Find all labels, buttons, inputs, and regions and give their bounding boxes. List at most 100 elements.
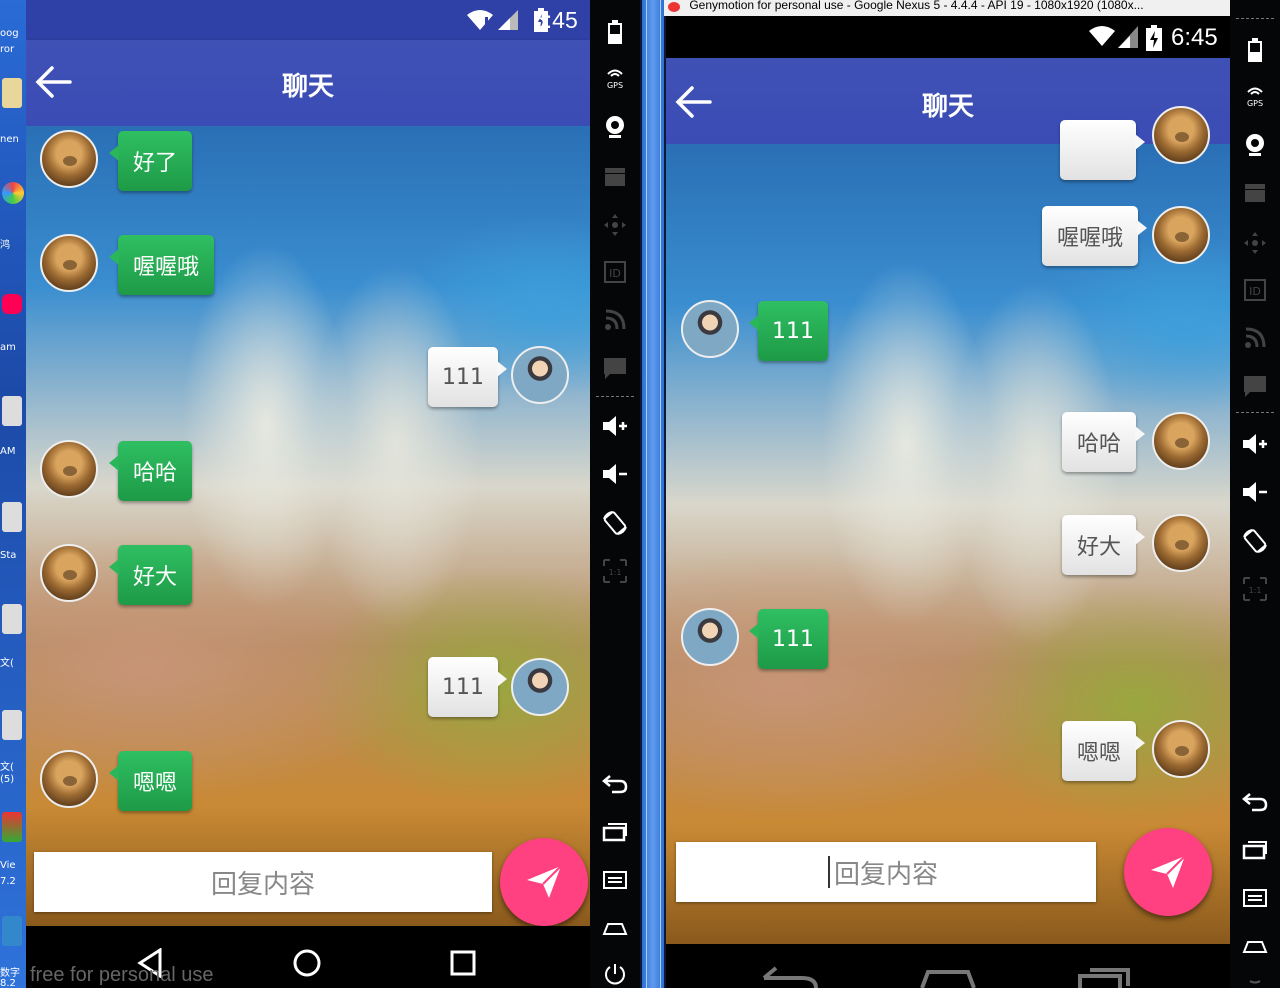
nav-home-icon[interactable] [292,948,322,978]
scale-icon[interactable]: 1:1 [602,558,628,584]
message-text: 嗯嗯 [132,771,177,796]
message-bubble[interactable]: 哈哈 [109,441,192,501]
avatar[interactable] [1152,412,1210,470]
desktop-icon-app[interactable] [2,182,24,204]
desktop-icon-doc2[interactable] [2,502,22,532]
message-bubble[interactable]: 111 [749,301,828,361]
volume-down-icon[interactable] [1241,480,1269,504]
send-button[interactable] [1124,828,1212,916]
sms-icon[interactable] [1242,374,1268,398]
avatar[interactable] [681,300,739,358]
message-text: 111 [442,364,484,390]
right-phone-screen: 6:45 聊天 喔喔哦 111 哈哈 好大 111 嗯嗯 回复内容 [666,16,1230,988]
volume-up-icon[interactable] [601,414,629,438]
id-icon[interactable]: ID [1243,278,1267,302]
chat-background-image [26,126,590,926]
message-bubble[interactable]: 好大 [1062,515,1145,575]
reply-input[interactable]: 回复内容 [34,852,492,912]
webcam-icon[interactable] [1243,132,1267,158]
message-bubble[interactable]: 好了 [109,131,192,191]
desktop-label: Sta [0,550,17,561]
message-text: 好大 [1076,535,1121,560]
avatar[interactable] [40,750,98,808]
avatar[interactable] [511,658,569,716]
power-icon[interactable] [603,962,627,986]
send-button[interactable] [500,838,588,926]
rss-icon[interactable] [1243,326,1267,350]
desktop-icon-app3[interactable] [2,916,22,946]
video-icon[interactable] [1243,182,1267,204]
reply-input[interactable]: 回复内容 [676,842,1096,902]
avatar[interactable] [1152,514,1210,572]
avatar[interactable] [681,608,739,666]
message-bubble[interactable]: 哈哈 [1062,412,1145,472]
rotate-icon[interactable] [1242,528,1268,554]
recents-icon[interactable] [1242,840,1268,860]
avatar[interactable] [40,130,98,188]
window-title-bar: Genymotion for personal use - Google Nex… [664,0,1280,16]
avatar[interactable] [40,440,98,498]
video-icon[interactable] [603,166,627,188]
menu-icon[interactable] [602,870,628,890]
gps-label: GPS [607,81,623,90]
avatar[interactable] [1152,720,1210,778]
message-text: 嗯嗯 [1076,741,1121,766]
home-icon[interactable] [1242,936,1268,956]
message-bubble[interactable]: 喔喔哦 [109,235,214,295]
message-bubble[interactable]: 喔喔哦 [1042,206,1147,266]
desktop-label: 鸿 [0,240,10,251]
rotate-icon[interactable] [602,510,628,536]
dpad-icon[interactable] [1242,230,1268,256]
avatar[interactable] [40,544,98,602]
desktop-label: 数字 [0,968,20,979]
desktop-icon-folder[interactable] [2,78,22,108]
avatar[interactable] [1152,206,1210,264]
wifi-icon [1089,26,1115,46]
sms-icon[interactable] [602,356,628,380]
back-icon[interactable] [602,772,628,794]
message-bubble[interactable]: 嗯嗯 [109,751,192,811]
scale-label: 1:1 [609,568,622,577]
desktop-icon-doc3[interactable] [2,604,22,634]
desktop-icon-app2[interactable] [2,812,22,842]
message-bubble[interactable]: 111 [428,657,507,717]
genymotion-logo-icon [668,2,680,12]
webcam-icon[interactable] [603,114,627,140]
message-bubble[interactable]: 111 [749,609,828,669]
nav-recents-icon[interactable] [450,950,476,976]
avatar[interactable] [511,346,569,404]
reply-placeholder: 回复内容 [210,869,315,900]
avatar[interactable] [1152,106,1210,164]
gps-icon[interactable]: GPS [602,66,628,90]
desktop-icon-doc[interactable] [2,396,22,426]
home-icon[interactable] [602,918,628,938]
power-icon[interactable] [1243,976,1267,988]
battery-icon[interactable] [1248,38,1262,62]
battery-icon[interactable] [608,20,622,44]
nav-home-icon[interactable] [918,966,978,988]
volume-up-icon[interactable] [1241,432,1269,456]
back-icon[interactable] [1242,790,1268,812]
gps-icon[interactable]: GPS [1242,84,1268,108]
volume-down-icon[interactable] [601,462,629,486]
app-bar: 聊天 [26,40,590,126]
scale-icon[interactable]: 1:1 [1242,576,1268,602]
signal-icon [1118,26,1138,48]
message-bubble-partial[interactable] [1060,120,1145,180]
status-bar: 6:45 [26,0,590,40]
dpad-icon[interactable] [602,212,628,238]
avatar[interactable] [40,234,98,292]
desktop-icon-camera[interactable] [2,294,22,314]
message-bubble[interactable]: 好大 [109,545,192,605]
desktop-label: Vie [0,860,16,871]
recents-icon[interactable] [602,822,628,842]
id-icon[interactable]: ID [603,260,627,284]
desktop-icon-doc4[interactable] [2,710,22,740]
rss-icon[interactable] [603,308,627,332]
message-bubble[interactable]: 嗯嗯 [1062,721,1145,781]
nav-recents-icon[interactable] [1076,966,1132,988]
message-bubble[interactable]: 111 [428,347,507,407]
menu-icon[interactable] [1242,888,1268,908]
nav-back-icon[interactable] [762,966,818,988]
page-title: 聊天 [921,92,974,122]
